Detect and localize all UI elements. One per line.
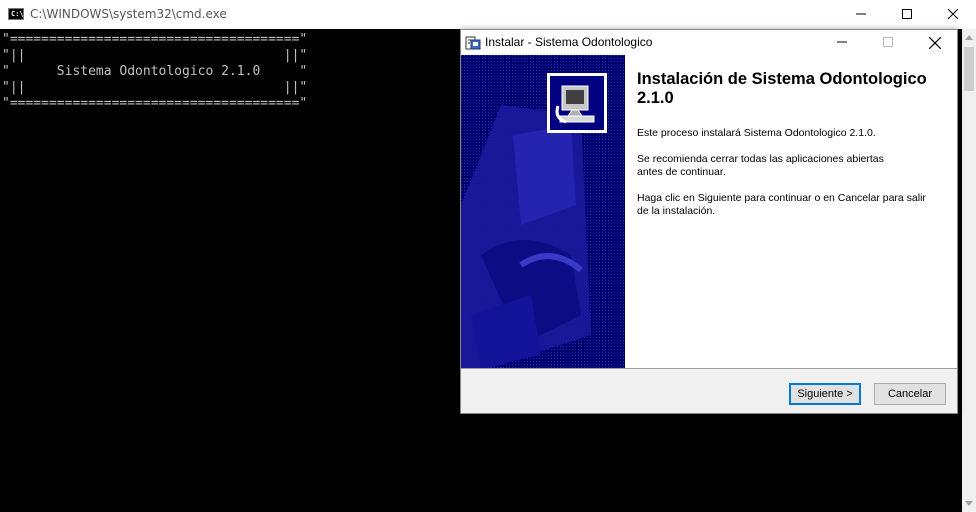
cmd-line: "|| ||" [2,48,308,63]
maximize-icon [902,9,912,19]
cmd-maximize-button[interactable] [884,0,930,29]
close-icon [948,9,958,19]
minimize-icon [856,13,866,15]
installer-logo [547,73,607,133]
close-apps-text-2: antes de continuar. [637,166,726,178]
computer-install-icon [555,85,595,124]
cmd-icon-label: C:\ [11,10,24,18]
cmd-close-button[interactable] [930,0,976,29]
close-icon [929,37,941,49]
cmd-line: "=====================================" [2,96,308,111]
installer-close-button[interactable] [911,30,957,55]
welcome-heading: Instalación de Sistema Odontologico 2.1.… [637,70,927,107]
cmd-window-title: C:\WINDOWS\system32\cmd.exe [30,7,227,21]
installer-dialog: Instalar - Sistema Odontologico Instalac… [460,29,958,414]
cmd-line: " Sistema Odontologico 2.1.0 " [2,64,308,79]
cmd-scrollbar[interactable] [962,29,976,512]
cancel-button[interactable]: Cancelar [874,383,946,405]
close-apps-text-1: Se recomienda cerrar todas las aplicacio… [637,153,884,165]
continue-instructions-text-2: de la instalación. [637,205,716,217]
scroll-up-arrow-icon[interactable] [965,35,973,40]
scroll-thumb[interactable] [964,47,974,91]
next-button[interactable]: Siguiente > [789,383,861,405]
welcome-intro-text: Este proceso instalará Sistema Odontolog… [637,127,876,139]
maximize-icon [883,37,893,47]
cmd-output: "=====================================" … [2,32,307,112]
cmd-line: "|| ||" [2,80,308,95]
installer-app-icon [465,36,481,50]
scroll-down-arrow-icon[interactable] [965,501,973,506]
cmd-minimize-button[interactable] [838,0,884,29]
cmd-line: "=====================================" [2,32,308,47]
installer-minimize-button[interactable] [819,30,865,55]
cmd-titlebar[interactable]: C:\ C:\WINDOWS\system32\cmd.exe [0,0,976,29]
installer-titlebar[interactable]: Instalar - Sistema Odontologico [461,30,957,55]
button-bar-separator [461,368,957,369]
cmd-app-icon[interactable]: C:\ [8,8,24,20]
continue-instructions-text-1: Haga clic en Siguiente para continuar o … [637,192,926,204]
installer-window-title: Instalar - Sistema Odontologico [485,35,653,49]
welcome-panel: Instalación de Sistema Odontologico 2.1.… [547,55,957,368]
installer-logo-inner [550,76,604,130]
minimize-icon [837,41,847,43]
installer-maximize-button [865,30,911,55]
